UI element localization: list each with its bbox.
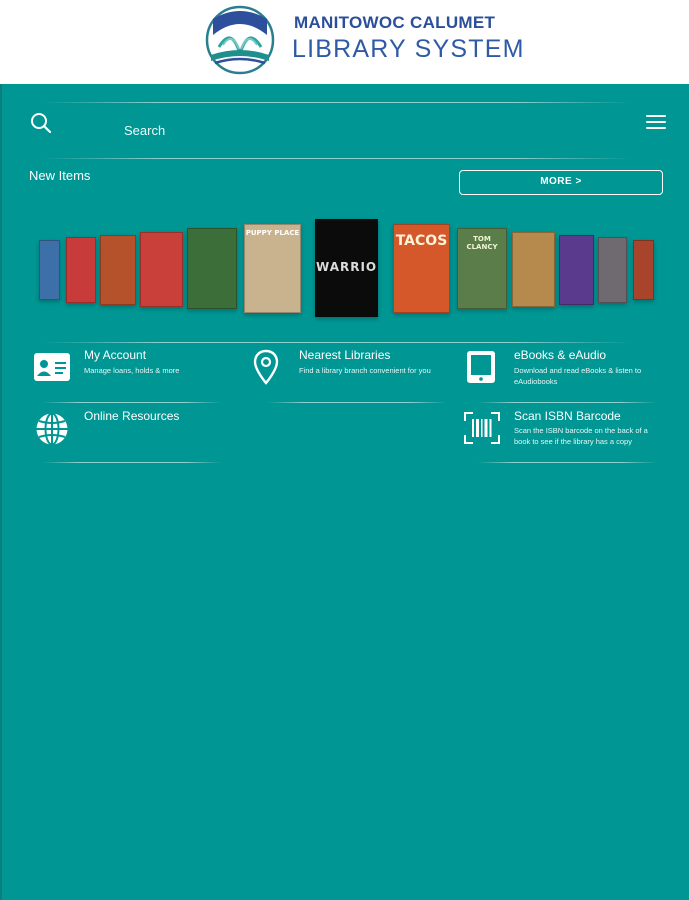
new-items-title: New Items <box>29 168 91 183</box>
divider <box>267 402 447 403</box>
book-cover[interactable] <box>598 237 627 303</box>
tile-description: Manage loans, holds & more <box>84 366 180 375</box>
tile-description: Scan the ISBN barcode on the back of a b… <box>514 426 648 446</box>
book-cover[interactable]: TACOS <box>393 224 450 313</box>
tile-description: Find a library branch convenient for you <box>299 366 431 375</box>
book-cover[interactable] <box>559 235 594 305</box>
barcode-scan-icon <box>464 412 500 444</box>
book-cover[interactable]: TOM CLANCY <box>457 228 507 309</box>
brand-name-line2: LIBRARY SYSTEM <box>292 35 525 63</box>
tile-title: My Account <box>84 348 147 362</box>
more-button[interactable]: MORE > <box>459 170 663 195</box>
divider <box>477 462 657 463</box>
globe-icon <box>36 412 68 446</box>
book-title: TOM CLANCY <box>466 235 498 251</box>
library-logo-icon <box>205 5 275 75</box>
tile-description: Download and read eBooks & listen to eAu… <box>514 366 642 386</box>
divider <box>42 462 222 463</box>
brand-header: MANITOWOC CALUMET LIBRARY SYSTEM <box>0 0 689 84</box>
brand-name-line1: MANITOWOC CALUMET <box>294 13 496 32</box>
tile-title: eBooks & eAudio <box>514 348 607 362</box>
tile-title: Nearest Libraries <box>299 348 391 362</box>
hamburger-menu-icon[interactable] <box>646 115 666 131</box>
book-cover[interactable] <box>633 240 654 300</box>
app-main: Search New Items MORE > PUPPY PLACE WARR… <box>0 84 689 900</box>
tile-title: Scan ISBN Barcode <box>514 409 621 423</box>
divider <box>42 102 632 103</box>
search-icon[interactable] <box>30 112 52 134</box>
divider <box>42 158 632 159</box>
book-cover[interactable] <box>140 232 183 307</box>
book-cover[interactable]: PUPPY PLACE <box>244 224 301 313</box>
book-title: WARRIORS <box>316 260 378 274</box>
tile-title: Online Resources <box>84 409 180 423</box>
book-title: PUPPY PLACE <box>245 229 300 237</box>
location-pin-icon <box>253 349 279 385</box>
book-cover[interactable] <box>39 240 60 300</box>
search-input[interactable]: Search <box>124 123 165 138</box>
tablet-icon <box>467 351 495 383</box>
divider <box>42 342 632 343</box>
book-cover[interactable] <box>512 232 555 307</box>
book-title: TACOS <box>395 233 448 249</box>
account-card-icon <box>34 353 70 381</box>
book-cover[interactable] <box>100 235 136 305</box>
book-cover[interactable] <box>187 228 237 309</box>
divider <box>42 402 222 403</box>
divider <box>477 402 657 403</box>
book-cover[interactable]: WARRIORS <box>315 219 378 317</box>
book-cover[interactable] <box>66 237 96 303</box>
